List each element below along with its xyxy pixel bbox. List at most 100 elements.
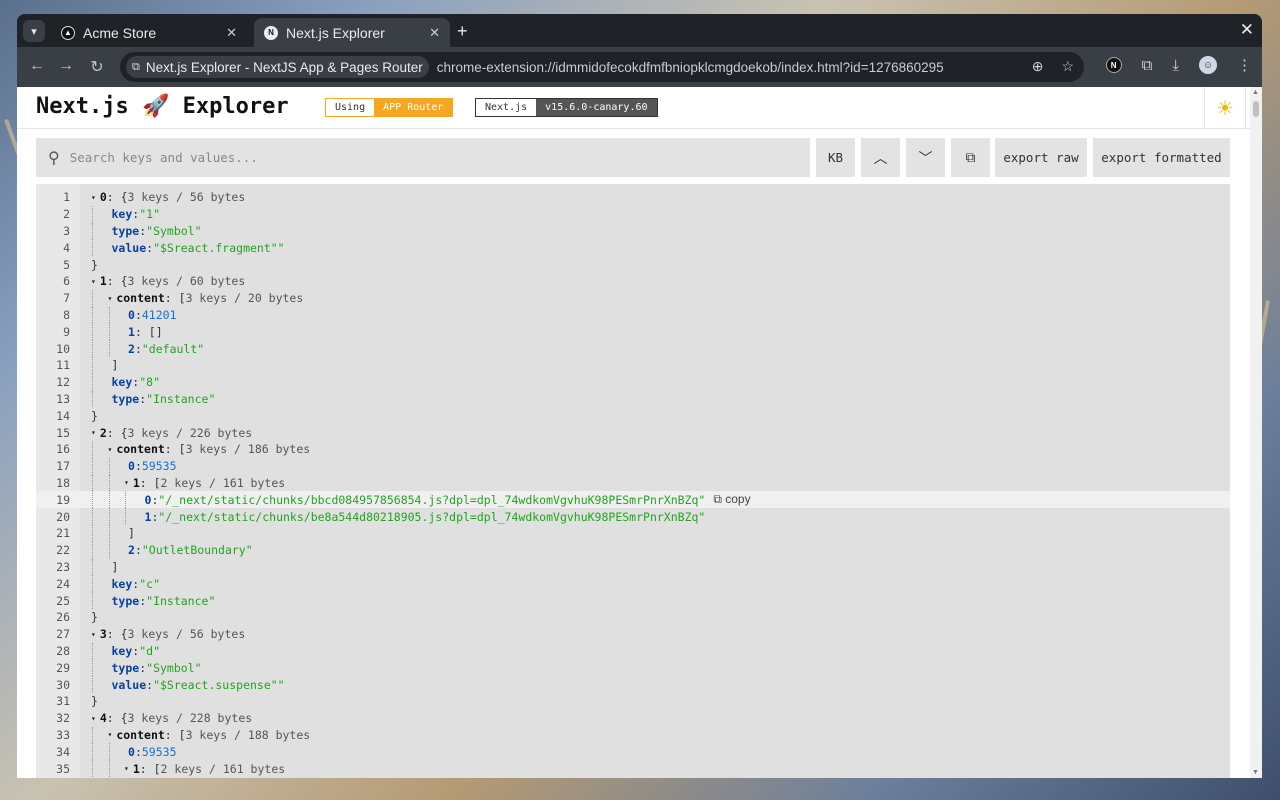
tree-line[interactable]: 31} bbox=[36, 693, 1230, 710]
address-bar[interactable]: ⧉ Next.js Explorer - NextJS App & Pages … bbox=[120, 52, 1084, 82]
expand-toggle-icon[interactable]: ▾ bbox=[108, 294, 113, 303]
json-key: 1 bbox=[132, 761, 140, 776]
tree-line[interactable]: 32 ▾ 4: { 3 keys / 228 bytes bbox=[36, 710, 1230, 727]
line-content: 0: 59535 bbox=[128, 745, 177, 759]
line-number: 1 bbox=[63, 190, 70, 205]
expand-toggle-icon[interactable]: ▾ bbox=[91, 630, 96, 639]
export-raw-button[interactable]: export raw bbox=[995, 138, 1087, 177]
tree-line[interactable]: 6 ▾ 1: { 3 keys / 60 bytes bbox=[36, 273, 1230, 290]
back-arrow-icon[interactable]: ← bbox=[27, 57, 47, 75]
copy-all-icon[interactable]: ⧉ bbox=[951, 138, 990, 177]
expand-toggle-icon[interactable]: ▾ bbox=[91, 428, 96, 437]
close-icon[interactable]: ✕ bbox=[226, 25, 237, 41]
zoom-icon[interactable]: ⊕ bbox=[1032, 58, 1044, 75]
tree-line[interactable]: 23] bbox=[36, 558, 1230, 576]
tree-line[interactable]: 12 key: "8" bbox=[36, 373, 1230, 391]
tab-nextjs-explorer[interactable]: N Next.js Explorer ✕ bbox=[254, 18, 450, 47]
chevron-down-icon[interactable]: ﹀ bbox=[906, 138, 945, 177]
nextjs-extension-icon[interactable]: N bbox=[1105, 57, 1122, 73]
forward-arrow-icon[interactable]: → bbox=[56, 57, 76, 75]
expand-toggle-icon[interactable]: ▾ bbox=[91, 277, 96, 286]
scroll-up-arrow-icon[interactable]: ▲ bbox=[1252, 89, 1259, 96]
tree-line[interactable]: 8 0: 41201 bbox=[36, 306, 1230, 324]
expand-toggle-icon[interactable]: ▾ bbox=[91, 193, 96, 202]
line-number: 27 bbox=[56, 627, 70, 642]
expand-toggle-icon[interactable]: ▾ bbox=[91, 714, 96, 723]
tree-line[interactable]: 17 0: 59535 bbox=[36, 457, 1230, 475]
json-key: 0 bbox=[99, 190, 107, 205]
scrollbar-thumb[interactable] bbox=[1253, 101, 1259, 117]
tree-line[interactable]: 30 value: "$Sreact.suspense"" bbox=[36, 676, 1230, 693]
theme-toggle-sun-icon[interactable]: ☀ bbox=[1204, 87, 1246, 129]
chevron-up-icon[interactable]: ︿ bbox=[861, 138, 900, 177]
profile-avatar-icon[interactable]: ☺ bbox=[1199, 56, 1217, 74]
copy-value-button[interactable]: ⧉ copy bbox=[713, 492, 750, 507]
tree-line[interactable]: 20 1: "/_next/static/chunks/be8a544d80218… bbox=[36, 508, 1230, 525]
tree-line[interactable]: 10 2: "default" bbox=[36, 340, 1230, 357]
tree-line[interactable]: 4 value: "$Sreact.fragment"" bbox=[36, 239, 1230, 257]
bookmark-star-icon[interactable]: ☆ bbox=[1061, 58, 1074, 75]
tree-line[interactable]: 18 ▾ 1: [ 2 keys / 161 bytes bbox=[36, 474, 1230, 492]
line-number: 7 bbox=[63, 291, 70, 306]
site-info-chip[interactable]: ⧉ Next.js Explorer - NextJS App & Pages … bbox=[126, 56, 429, 78]
tree-line[interactable]: 24 key: "c" bbox=[36, 575, 1230, 593]
tree-line[interactable]: 35 ▾ 1: [ 2 keys / 161 bytes bbox=[36, 760, 1230, 777]
json-tree: 1 ▾ 0: { 3 keys / 56 bytes 2 key: "1" 3 type: … bbox=[36, 184, 1230, 778]
line-content: 2: "default" bbox=[128, 342, 204, 356]
new-tab-plus-icon[interactable]: + bbox=[457, 21, 468, 42]
download-icon[interactable]: ⤓ bbox=[1172, 57, 1179, 74]
tree-line[interactable]: 13 type: "Instance" bbox=[36, 390, 1230, 408]
search-input[interactable] bbox=[69, 150, 750, 165]
export-formatted-button[interactable]: export formatted bbox=[1093, 138, 1230, 177]
json-punctuation: : bbox=[134, 459, 142, 474]
tree-line[interactable]: 28 key: "d" bbox=[36, 642, 1230, 660]
expand-toggle-icon[interactable]: ▾ bbox=[124, 764, 129, 773]
tree-line[interactable]: 34 0: 59535 bbox=[36, 743, 1230, 761]
tree-line[interactable]: 3 type: "Symbol" bbox=[36, 222, 1230, 240]
kb-toggle-button[interactable]: KB bbox=[816, 138, 855, 177]
tree-line[interactable]: 14} bbox=[36, 407, 1230, 424]
tree-line[interactable]: 22 2: "OutletBoundary" bbox=[36, 541, 1230, 559]
nextjs-favicon-icon: N bbox=[264, 25, 278, 40]
indent-guide bbox=[92, 239, 93, 257]
line-content: ▾ content: [ 3 keys / 20 bytes bbox=[108, 291, 304, 305]
tree-line[interactable]: 11] bbox=[36, 357, 1230, 374]
tab-acme-store[interactable]: ▲ Acme Store ✕ bbox=[51, 18, 247, 47]
json-punctuation: : bbox=[139, 391, 147, 406]
json-punctuation: : bbox=[146, 677, 154, 692]
tree-line[interactable]: 29 type: "Symbol" bbox=[36, 659, 1230, 677]
close-icon[interactable]: ✕ bbox=[429, 25, 440, 41]
line-content: key: "1" bbox=[112, 207, 161, 221]
tree-line[interactable]: 26} bbox=[36, 609, 1230, 626]
extensions-puzzle-icon[interactable]: ⧉ bbox=[1142, 57, 1153, 74]
expand-toggle-icon[interactable]: ▾ bbox=[108, 730, 113, 739]
scroll-down-arrow-icon[interactable]: ▼ bbox=[1252, 769, 1259, 776]
window-close-icon[interactable]: ✕ bbox=[1240, 20, 1254, 40]
tree-line[interactable]: 33 ▾ content: [ 3 keys / 188 bytes bbox=[36, 726, 1230, 744]
vertical-scrollbar[interactable]: ▲ ▼ bbox=[1250, 87, 1262, 778]
tree-line[interactable]: 15 ▾ 2: { 3 keys / 226 bytes bbox=[36, 424, 1230, 441]
json-punctuation: } bbox=[91, 257, 98, 272]
line-content: type: "Symbol" bbox=[112, 661, 202, 675]
json-meta: 3 keys / 56 bytes bbox=[127, 190, 246, 205]
tree-line[interactable]: 1 ▾ 0: { 3 keys / 56 bytes bbox=[36, 189, 1230, 206]
expand-toggle-icon[interactable]: ▾ bbox=[124, 478, 129, 487]
json-key: 1 bbox=[128, 324, 135, 339]
tree-line[interactable]: 7 ▾ content: [ 3 keys / 20 bytes bbox=[36, 289, 1230, 307]
tree-line[interactable]: 19 0: "/_next/static/chunks/bbcd084957856… bbox=[36, 491, 1230, 509]
tree-line[interactable]: 27 ▾ 3: { 3 keys / 56 bytes bbox=[36, 626, 1230, 643]
tree-line[interactable]: 9 1: [] bbox=[36, 323, 1230, 341]
tree-line[interactable]: 2 key: "1" bbox=[36, 205, 1230, 223]
json-punctuation: : bbox=[134, 543, 142, 558]
kebab-menu-icon[interactable]: ⋮ bbox=[1237, 56, 1252, 74]
tree-line[interactable]: 5} bbox=[36, 256, 1230, 273]
tree-line[interactable]: 16 ▾ content: [ 3 keys / 186 bytes bbox=[36, 441, 1230, 458]
expand-toggle-icon[interactable]: ▾ bbox=[108, 445, 113, 454]
tree-line[interactable]: 25 type: "Instance" bbox=[36, 592, 1230, 609]
json-meta: 2 keys / 161 bytes bbox=[160, 475, 286, 490]
app-header: Next.js 🚀 Explorer Using APP Router Next… bbox=[17, 87, 1262, 129]
indent-guide bbox=[92, 441, 93, 458]
reload-icon[interactable]: ↻ bbox=[87, 57, 107, 77]
tree-line[interactable]: 21] bbox=[36, 525, 1230, 542]
tab-search-button[interactable]: ▾ bbox=[23, 20, 45, 42]
